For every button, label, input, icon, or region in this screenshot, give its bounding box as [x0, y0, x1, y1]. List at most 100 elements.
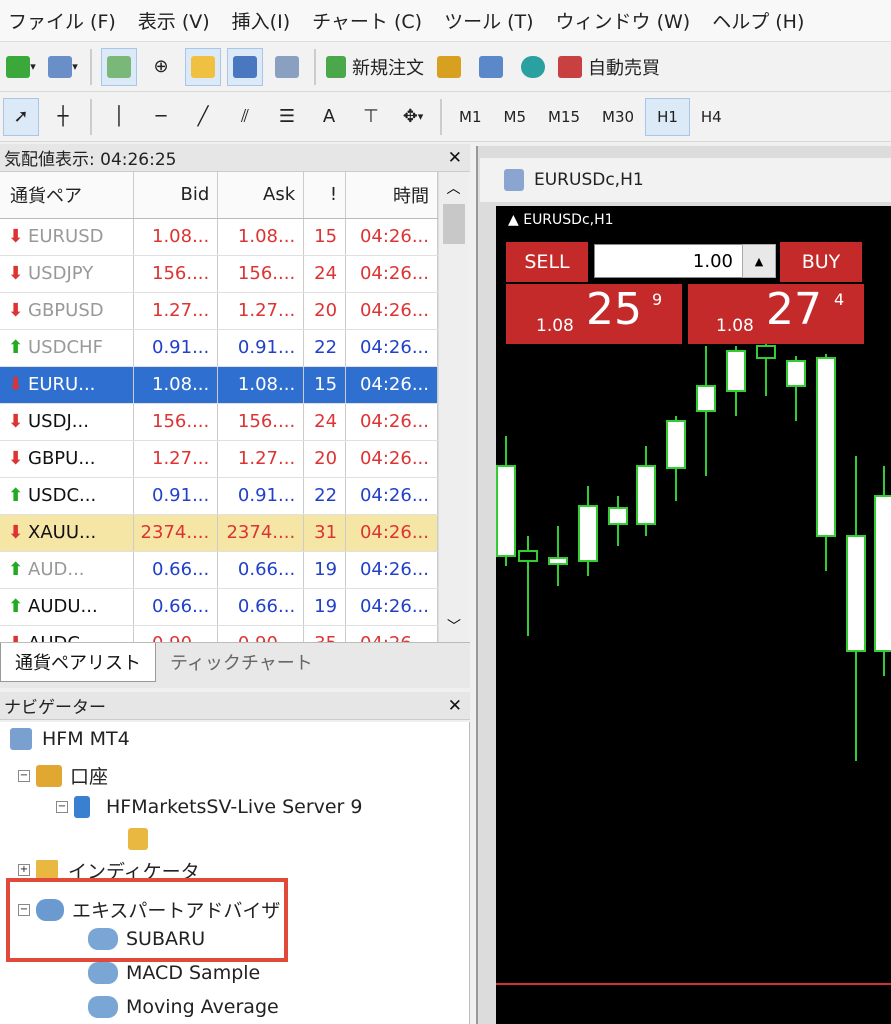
navigator-close-icon[interactable]: ✕: [448, 696, 462, 716]
vertical-line-button[interactable]: │: [101, 98, 137, 136]
time-cell: 04:26...: [345, 551, 438, 589]
nav-server[interactable]: − HFMarketsSV-Live Server 9: [56, 796, 363, 818]
navigator-toggle-button[interactable]: [185, 47, 221, 86]
bid-text: 0.66...: [152, 596, 210, 617]
table-row[interactable]: ⬇ EURU... 1.08... 1.08... 15 04:26...: [0, 366, 438, 404]
table-row[interactable]: ⬆ USDCHF 0.91... 0.91... 22 04:26...: [0, 329, 438, 367]
table-row[interactable]: ⬇ XAUU... 2374.... 2374.... 31 04:26...: [0, 514, 438, 552]
cursor-button[interactable]: ➚: [3, 97, 39, 136]
equidistant-channel-button[interactable]: ⫽: [227, 98, 263, 136]
text-button[interactable]: A: [311, 98, 347, 136]
menu-window[interactable]: ウィンドウ (W): [548, 7, 705, 34]
expand-toggle-icon[interactable]: +: [18, 864, 30, 876]
timeframe-h4[interactable]: H4: [690, 98, 733, 136]
sell-button[interactable]: SELL: [506, 242, 588, 282]
menu-file[interactable]: ファイル (F): [0, 7, 130, 34]
spread-cell: 31: [303, 514, 347, 552]
community-button[interactable]: [473, 48, 509, 86]
ask-text: 156....: [237, 411, 296, 432]
timeframe-m5[interactable]: M5: [493, 98, 538, 136]
col-spread-header[interactable]: !: [303, 172, 347, 219]
up-arrow-icon: ⬆: [8, 337, 24, 358]
col-bid-header[interactable]: Bid: [133, 172, 219, 219]
arrows-button[interactable]: ✥ ▾: [395, 98, 431, 136]
col-time-header[interactable]: 時間: [345, 172, 438, 219]
profiles-button[interactable]: ▾: [45, 48, 81, 86]
data-window-button[interactable]: ⊕: [143, 48, 179, 86]
auto-trading-button[interactable]: 自動売買: [557, 48, 661, 86]
nav-root[interactable]: HFM MT4: [10, 728, 130, 750]
spread-text: 24: [314, 411, 338, 432]
strategy-tester-button[interactable]: [269, 48, 305, 86]
nav-accounts[interactable]: − 口座: [18, 762, 108, 789]
text-label-button[interactable]: ⊤: [353, 98, 389, 136]
nav-ea-moving-average[interactable]: Moving Average: [88, 996, 279, 1018]
buy-price-button[interactable]: 1.08 27 4: [688, 284, 864, 344]
tab-tick-chart[interactable]: ティックチャート: [156, 643, 327, 681]
spread-cell: 20: [303, 440, 347, 478]
fibonacci-button[interactable]: ☰: [269, 98, 305, 136]
trendline-icon: ╱: [197, 106, 209, 127]
scroll-down-icon[interactable]: ﹀: [439, 616, 469, 636]
table-row[interactable]: ⬇ USDJ... 156.... 156.... 24 04:26...: [0, 403, 438, 441]
symbol-cell: ⬇ EURU...: [0, 366, 135, 404]
lot-increase-icon[interactable]: ▲: [742, 244, 776, 278]
spread-cell: 24: [303, 255, 347, 293]
table-row[interactable]: ⬆ AUDU... 0.66... 0.66... 19 04:26...: [0, 588, 438, 626]
table-row[interactable]: ⬇ AUDC... 0.90... 0.90... 35 04:26...: [0, 625, 438, 642]
tab-symbols[interactable]: 通貨ペアリスト: [0, 643, 156, 682]
timeframe-h1[interactable]: H1: [645, 97, 690, 136]
timeframe-m30[interactable]: M30: [591, 98, 645, 136]
timeframe-m1[interactable]: M1: [448, 98, 493, 136]
symbol-text: GBPU...: [28, 448, 96, 469]
col-ask-header[interactable]: Ask: [217, 172, 305, 219]
buy-price-prefix: 1.08: [716, 316, 754, 336]
metaeditor-button[interactable]: [431, 48, 467, 86]
menu-chart[interactable]: チャート (C): [304, 7, 436, 34]
candle-body: [548, 557, 568, 565]
menu-help[interactable]: ヘルプ (H): [704, 7, 818, 34]
trendline-button[interactable]: ╱: [185, 98, 221, 136]
menu-view[interactable]: 表示 (V): [130, 7, 224, 34]
market-watch-close-icon[interactable]: ✕: [448, 148, 462, 168]
timeframe-m15[interactable]: M15: [537, 98, 591, 136]
ask-cell: 0.66...: [217, 551, 305, 589]
auto-trading-label: 自動売買: [588, 57, 660, 79]
collapse-toggle-icon[interactable]: −: [56, 801, 68, 813]
scroll-up-icon[interactable]: ︿: [439, 178, 468, 198]
collapse-toggle-icon[interactable]: −: [18, 769, 30, 782]
bid-cell: 1.08...: [133, 218, 219, 256]
menu-insert[interactable]: 挿入(I): [224, 7, 304, 34]
table-row[interactable]: ⬇ GBPUSD 1.27... 1.27... 20 04:26...: [0, 292, 438, 330]
time-cell: 04:26...: [345, 255, 438, 293]
sell-price-button[interactable]: 1.08 25 9: [506, 284, 682, 344]
navigator-icon: [191, 55, 215, 78]
table-row[interactable]: ⬇ USDJPY 156.... 156.... 24 04:26...: [0, 255, 438, 293]
terminal-toggle-button[interactable]: [227, 47, 263, 86]
market-watch-toggle-button[interactable]: [101, 47, 137, 86]
table-row[interactable]: ⬆ AUD... 0.66... 0.66... 19 04:26...: [0, 551, 438, 589]
vertical-line-icon: │: [113, 106, 125, 127]
table-row[interactable]: ⬇ GBPU... 1.27... 1.27... 20 04:26...: [0, 440, 438, 478]
new-chart-button[interactable]: ▾: [3, 48, 39, 86]
down-arrow-icon: ⬇: [8, 633, 23, 642]
nav-indicators[interactable]: + インディケータ: [18, 860, 200, 880]
table-row[interactable]: ⬇ EURUSD 1.08... 1.08... 15 04:26...: [0, 218, 438, 256]
buy-button[interactable]: BUY: [780, 242, 862, 282]
horizontal-line-button[interactable]: ─: [143, 98, 179, 136]
crosshair-button[interactable]: ┼: [45, 98, 81, 136]
menu-tools[interactable]: ツール (T): [436, 7, 547, 34]
nav-account-entry[interactable]: [128, 828, 148, 850]
bid-cell: 0.90...: [133, 625, 219, 642]
candle-body: [608, 507, 628, 525]
time-cell: 04:26...: [345, 403, 438, 441]
market-watch-scrollbar[interactable]: ︿ ﹀: [438, 172, 468, 642]
chart-window-title-bar[interactable]: EURUSDc,H1: [480, 158, 891, 202]
table-row[interactable]: ⬆ USDC... 0.91... 0.91... 22 04:26...: [0, 477, 438, 515]
col-symbol-header[interactable]: 通貨ペア: [0, 172, 135, 219]
scrollbar-thumb[interactable]: [443, 204, 465, 244]
cursor-icon: ➚: [13, 106, 29, 127]
new-order-button[interactable]: 新規注文: [325, 48, 425, 86]
nav-ea-macd[interactable]: MACD Sample: [88, 962, 260, 984]
signals-button[interactable]: [515, 48, 551, 86]
